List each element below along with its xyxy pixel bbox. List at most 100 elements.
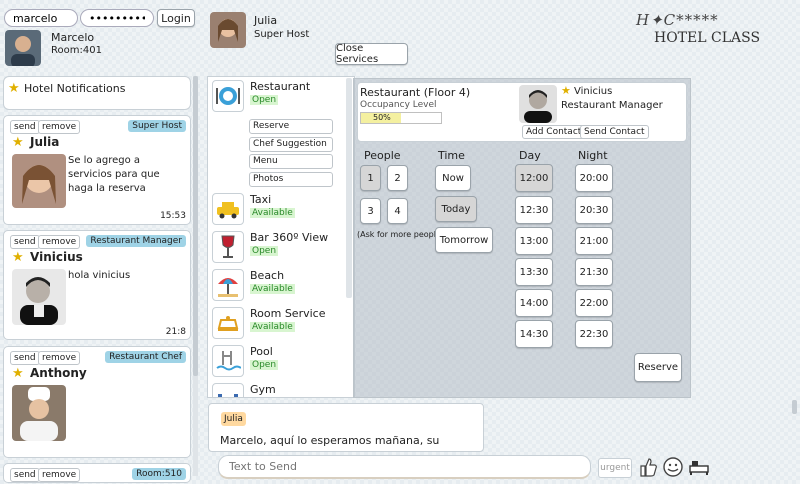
night-slot-2130[interactable]: 21:30 <box>575 258 613 286</box>
contact-avatar[interactable] <box>210 12 246 48</box>
night-slot-2100[interactable]: 21:00 <box>575 227 613 255</box>
time-tomorrow-button[interactable]: Tomorrow <box>435 227 493 253</box>
night-slot-2200[interactable]: 22:00 <box>575 289 613 317</box>
time-today-button[interactable]: Today <box>435 196 477 222</box>
card-name: Vinicius <box>30 250 83 264</box>
day-label: Day <box>519 149 541 162</box>
night-slot-2030[interactable]: 20:30 <box>575 196 613 224</box>
service-name: Pool <box>250 345 273 358</box>
card-avatar <box>12 154 66 208</box>
service-name: Taxi <box>250 193 272 206</box>
service-restaurant[interactable]: Restaurant Open <box>212 80 352 116</box>
service-status: Open <box>250 95 279 105</box>
remove-button[interactable]: remove <box>38 468 81 482</box>
service-pool[interactable]: Pool Open <box>212 345 352 381</box>
message-card-julia[interactable]: send remove Super Host ★ Julia Se lo agr… <box>3 115 191 225</box>
service-gym[interactable]: Gym <box>212 383 352 397</box>
night-slot-2230[interactable]: 22:30 <box>575 320 613 348</box>
restaurant-info: Restaurant (Floor 4) Occupancy Level 50%… <box>357 82 687 142</box>
service-room-service[interactable]: Room Service Available <box>212 307 352 343</box>
star-icon: ★ <box>8 81 20 96</box>
contact-name: Julia <box>254 14 278 27</box>
option-reserve[interactable]: Reserve <box>249 119 333 134</box>
service-taxi[interactable]: Taxi Available <box>212 193 352 229</box>
manager-role: Restaurant Manager <box>561 100 663 111</box>
bed-icon[interactable] <box>688 457 710 477</box>
plate-icon <box>212 80 244 112</box>
send-button[interactable]: send <box>10 468 40 482</box>
username-input[interactable] <box>4 9 78 27</box>
send-contact-button[interactable]: Send Contact <box>580 125 649 139</box>
card-name: Anthony <box>30 366 87 380</box>
role-badge: Restaurant Manager <box>86 235 186 247</box>
smiley-icon[interactable] <box>662 456 684 478</box>
message-card-anthony[interactable]: send remove Restaurant Chef ★ Anthony <box>3 346 191 458</box>
password-input[interactable] <box>80 9 154 27</box>
occupancy-bar: 50% <box>360 112 442 124</box>
service-status: Open <box>250 246 279 256</box>
role-badge: Super Host <box>128 120 186 132</box>
service-status: Available <box>250 322 295 332</box>
day-slot-1200[interactable]: 12:00 <box>515 164 553 192</box>
night-slot-2000[interactable]: 20:00 <box>575 164 613 192</box>
day-slot-1430[interactable]: 14:30 <box>515 320 553 348</box>
time-now-button[interactable]: Now <box>435 165 471 191</box>
people-1-button[interactable]: 1 <box>360 165 381 191</box>
add-contact-button[interactable]: Add Contact <box>522 125 586 139</box>
left-scrollbar-thumb[interactable] <box>193 76 198 376</box>
service-beach[interactable]: Beach Available <box>212 269 352 305</box>
people-3-button[interactable]: 3 <box>360 198 381 224</box>
room-service-icon <box>212 307 244 339</box>
option-menu[interactable]: Menu <box>249 154 333 169</box>
people-4-button[interactable]: 4 <box>387 198 408 224</box>
left-scrollbar[interactable] <box>193 76 198 476</box>
manager-avatar <box>519 85 557 123</box>
login-button[interactable]: Login <box>157 9 195 27</box>
card-avatar <box>12 269 66 325</box>
send-button[interactable]: send <box>10 235 40 249</box>
message-input[interactable] <box>218 455 591 479</box>
day-slot-1230[interactable]: 12:30 <box>515 196 553 224</box>
service-name: Beach <box>250 269 285 282</box>
option-chef-suggestion[interactable]: Chef Suggestion <box>249 137 333 152</box>
notifications-header[interactable]: ★ Hotel Notifications <box>3 76 191 110</box>
card-message: Se lo agrego a servicios para que haga l… <box>68 155 160 194</box>
day-slot-1330[interactable]: 13:30 <box>515 258 553 286</box>
people-label: People <box>364 149 401 162</box>
close-services-button[interactable]: Close Services <box>335 43 408 65</box>
service-bar[interactable]: Bar 360º View Open <box>212 231 352 267</box>
service-name: Restaurant <box>250 80 311 93</box>
star-icon[interactable]: ★ <box>12 135 24 150</box>
taxi-icon <box>212 193 244 225</box>
card-name: Julia <box>30 135 60 149</box>
remove-button[interactable]: remove <box>38 235 81 249</box>
page-scrollbar-thumb[interactable] <box>792 400 797 414</box>
message-card-room510[interactable]: send remove Room:510 <box>3 463 191 483</box>
occupancy-fill: 50% <box>361 113 401 123</box>
service-name: Bar 360º View <box>250 231 329 244</box>
card-time: 15:53 <box>160 211 186 221</box>
send-button[interactable]: send <box>10 351 40 365</box>
thumbs-up-icon[interactable] <box>638 456 658 478</box>
day-slot-1400[interactable]: 14:00 <box>515 289 553 317</box>
restaurant-title: Restaurant (Floor 4) <box>360 86 471 99</box>
reserve-button[interactable]: Reserve <box>634 353 682 382</box>
service-status: Open <box>250 360 279 370</box>
chat-message-text: Marcelo, aquí lo esperamos mañana, su <box>220 434 440 447</box>
role-badge: Restaurant Chef <box>105 351 186 363</box>
day-slot-1300[interactable]: 13:00 <box>515 227 553 255</box>
people-2-button[interactable]: 2 <box>387 165 408 191</box>
service-status: Available <box>250 284 295 294</box>
option-photos[interactable]: Photos <box>249 172 333 187</box>
star-icon[interactable]: ★ <box>12 250 24 265</box>
remove-button[interactable]: remove <box>38 351 81 365</box>
star-icon[interactable]: ★ <box>12 366 24 381</box>
star-icon[interactable]: ★ <box>561 84 571 97</box>
message-card-vinicius[interactable]: send remove Restaurant Manager ★ Viniciu… <box>3 230 191 340</box>
urgent-button[interactable]: urgent <box>598 458 632 478</box>
card-message: hola vinicius <box>68 270 131 281</box>
send-button[interactable]: send <box>10 120 40 134</box>
manager-name: Vinicius <box>574 86 613 97</box>
chat-message-bubble: Julia Marcelo, aquí lo esperamos mañana,… <box>208 403 484 452</box>
remove-button[interactable]: remove <box>38 120 81 134</box>
